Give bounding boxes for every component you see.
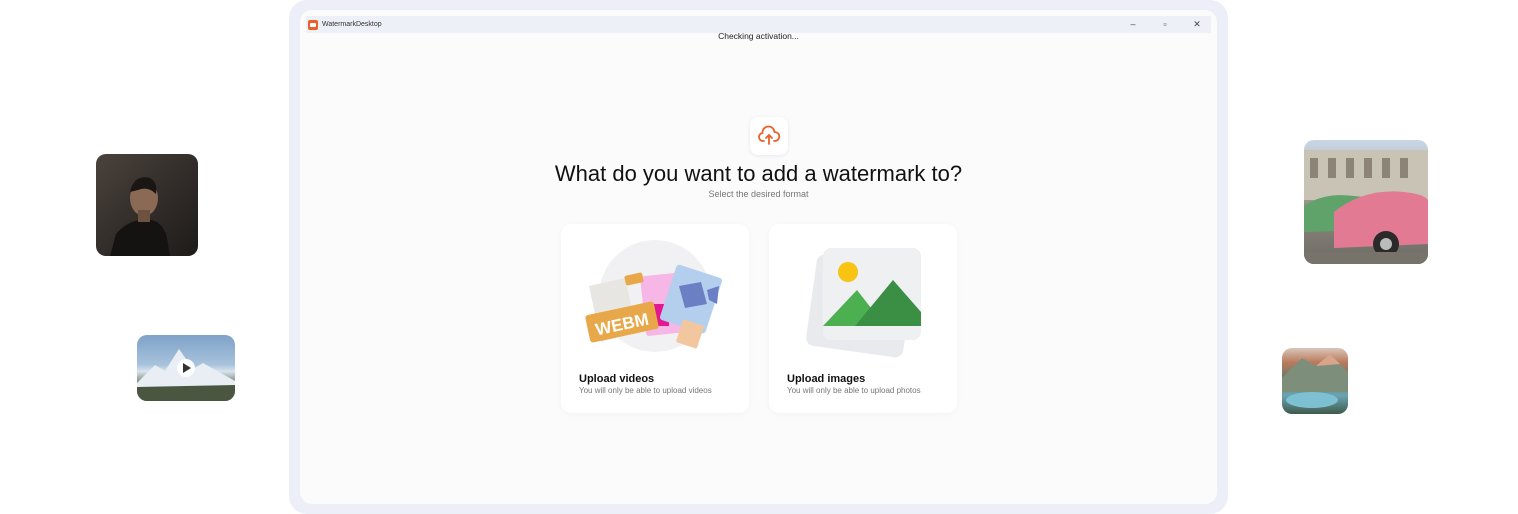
upload-videos-subtitle: You will only be able to upload videos xyxy=(579,386,712,395)
upload-videos-card[interactable]: WEBM Upload videos You will only be able… xyxy=(561,224,749,413)
portrait-photo-thumbnail xyxy=(96,154,198,256)
vintage-cars-photo-thumbnail xyxy=(1304,140,1428,264)
device-frame: WatermarkDesktop – ▫ ✕ Checking activati… xyxy=(289,0,1228,514)
mountain-video-thumbnail xyxy=(137,335,235,401)
upload-images-card[interactable]: Upload images You will only be able to u… xyxy=(769,224,957,413)
mountain-lake-photo-thumbnail xyxy=(1282,348,1348,414)
video-files-illustration: WEBM xyxy=(585,240,723,352)
upload-videos-title: Upload videos xyxy=(579,373,655,385)
upload-images-subtitle: You will only be able to upload photos xyxy=(787,386,921,395)
page-title: What do you want to add a watermark to? xyxy=(554,161,963,186)
app-title: WatermarkDesktop xyxy=(322,21,382,28)
activation-status: Checking activation... xyxy=(718,31,799,41)
cloud-upload-icon xyxy=(750,117,788,155)
app-window: WatermarkDesktop – ▫ ✕ Checking activati… xyxy=(300,10,1217,504)
page-subtitle: Select the desired format xyxy=(708,189,809,199)
app-logo-icon xyxy=(308,19,318,30)
image-illustration xyxy=(806,248,921,358)
upload-images-title: Upload images xyxy=(787,373,866,385)
